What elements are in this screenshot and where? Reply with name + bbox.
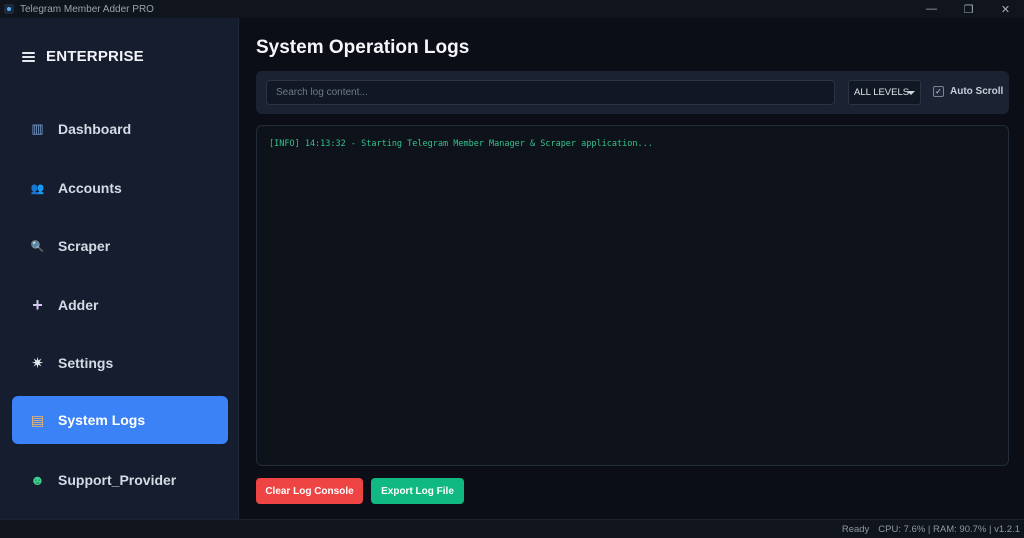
magnifier-icon: 🔍 [30, 240, 45, 253]
hamburger-menu-icon[interactable] [22, 51, 35, 62]
auto-scroll-toggle[interactable]: ✓ Auto Scroll [933, 86, 1003, 97]
sidebar-item-label: Accounts [58, 180, 122, 196]
sidebar-item-scraper[interactable]: 🔍 Scraper [12, 222, 228, 270]
sidebar-item-label: System Logs [58, 412, 146, 428]
users-icon: 👥 [30, 182, 45, 195]
status-bar: Ready CPU: 7.6% | RAM: 90.7% | v1.2.1 [0, 519, 1024, 538]
close-button[interactable]: ✕ [987, 0, 1024, 18]
system-stats: CPU: 7.6% | RAM: 90.7% | v1.2.1 [878, 523, 1020, 535]
auto-scroll-checkbox[interactable]: ✓ [933, 86, 944, 97]
level-filter-value: ALL LEVELS [854, 87, 910, 98]
page-title: System Operation Logs [256, 37, 470, 58]
export-log-button[interactable]: Export Log File [371, 478, 464, 504]
status-text: Ready [841, 523, 870, 535]
log-console[interactable]: [INFO] 14:13:32 - Starting Telegram Memb… [256, 125, 1009, 466]
window-title: Telegram Member Adder PRO [20, 3, 154, 15]
gear-icon: ✷ [31, 355, 44, 372]
sidebar-item-system-logs[interactable]: ▤ System Logs [12, 396, 228, 444]
sidebar-item-support-provider[interactable]: ☻ Support_Provider [12, 456, 228, 504]
app-icon [4, 4, 14, 14]
support-icon: ☻ [30, 472, 45, 488]
sidebar-item-accounts[interactable]: 👥 Accounts [12, 164, 228, 212]
sidebar-item-label: Support_Provider [58, 472, 177, 488]
plus-icon: + [32, 294, 43, 315]
log-toolbar: ALL LEVELS ✓ Auto Scroll [256, 71, 1009, 114]
notepad-icon: ▤ [30, 411, 45, 428]
chart-icon: ▥ [31, 121, 44, 136]
sidebar-item-settings[interactable]: ✷ Settings [12, 339, 228, 387]
chevron-down-icon [907, 91, 915, 95]
sidebar-item-label: Scraper [58, 238, 111, 254]
window-controls: — ❐ ✕ [913, 0, 1024, 18]
clear-log-button[interactable]: Clear Log Console [256, 478, 363, 504]
auto-scroll-label: Auto Scroll [950, 86, 1004, 97]
brand-label: ENTERPRISE [46, 48, 144, 65]
sidebar-item-adder[interactable]: + Adder [12, 281, 228, 329]
level-filter-select[interactable]: ALL LEVELS [848, 80, 921, 105]
search-input[interactable] [266, 80, 835, 105]
sidebar-brand: ENTERPRISE [22, 48, 144, 65]
sidebar-item-label: Adder [58, 297, 99, 313]
restore-button[interactable]: ❐ [950, 0, 987, 18]
title-bar: Telegram Member Adder PRO — ❐ ✕ [0, 0, 1024, 18]
sidebar-item-label: Settings [58, 355, 114, 371]
sidebar: ENTERPRISE ▥ Dashboard 👥 Accounts 🔍 Scra… [0, 18, 239, 519]
sidebar-item-dashboard[interactable]: ▥ Dashboard [12, 105, 228, 153]
log-line: [INFO] 14:13:32 - Starting Telegram Memb… [269, 139, 653, 149]
main-panel: System Operation Logs ALL LEVELS ✓ Auto … [240, 18, 1024, 519]
sidebar-item-label: Dashboard [58, 121, 132, 137]
minimize-button[interactable]: — [913, 0, 950, 18]
